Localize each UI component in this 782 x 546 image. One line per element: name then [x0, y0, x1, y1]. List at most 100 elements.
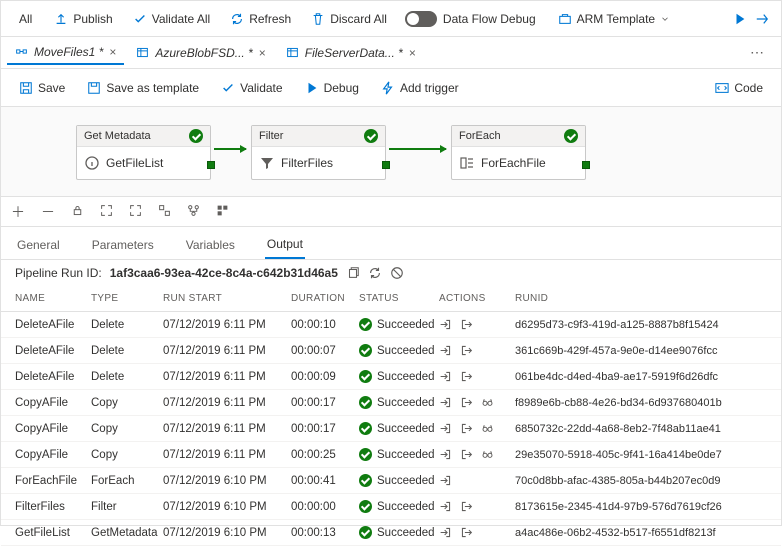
data-flow-debug-toggle[interactable]: Data Flow Debug: [405, 11, 536, 27]
cell-type: Delete: [91, 345, 163, 357]
node-get-metadata[interactable]: Get Metadata GetFileList: [76, 125, 211, 180]
output-icon[interactable]: [460, 370, 473, 383]
output-icon[interactable]: [460, 422, 473, 435]
table-row[interactable]: DeleteAFileDelete07/12/2019 6:11 PM00:00…: [1, 338, 781, 364]
details-icon[interactable]: [481, 448, 494, 461]
col-runid[interactable]: RUNID: [515, 293, 767, 304]
table-row[interactable]: DeleteAFileDelete07/12/2019 6:11 PM00:00…: [1, 312, 781, 338]
node-foreach[interactable]: ForEach ForEachFile: [451, 125, 586, 180]
input-icon[interactable]: [439, 318, 452, 331]
play-icon: [305, 81, 319, 95]
output-icon[interactable]: [460, 318, 473, 331]
col-type[interactable]: TYPE: [91, 293, 163, 304]
tab-fileserverdata[interactable]: FileServerData... *×: [278, 41, 424, 65]
cell-name: ForEachFile: [15, 475, 91, 487]
table-row[interactable]: GetFileListGetMetadata07/12/2019 6:10 PM…: [1, 520, 781, 546]
input-icon[interactable]: [439, 448, 452, 461]
fullscreen-icon[interactable]: [129, 204, 142, 220]
cancel-icon[interactable]: [390, 266, 404, 280]
output-icon[interactable]: [460, 344, 473, 357]
cell-duration: 00:00:25: [291, 449, 359, 461]
cell-status: Succeeded: [359, 448, 439, 461]
cell-name: GetFileList: [15, 527, 91, 539]
input-icon[interactable]: [439, 474, 452, 487]
close-icon[interactable]: ×: [409, 46, 416, 60]
check-icon: [359, 344, 372, 357]
output-icon[interactable]: [460, 448, 473, 461]
node-type: ForEach: [459, 130, 501, 142]
table-row[interactable]: DeleteAFileDelete07/12/2019 6:11 PM00:00…: [1, 364, 781, 390]
validate-all-label: Validate All: [152, 12, 210, 26]
arm-template-button[interactable]: ARM Template: [550, 8, 678, 30]
save-button[interactable]: Save: [11, 77, 73, 99]
table-row[interactable]: FilterFilesFilter07/12/2019 6:10 PM00:00…: [1, 494, 781, 520]
cell-runid: d6295d73-c9f3-419d-a125-8887b8f15424: [515, 319, 767, 331]
code-button[interactable]: Code: [707, 77, 771, 99]
input-icon[interactable]: [439, 344, 452, 357]
chevron-icon[interactable]: [755, 12, 769, 26]
play-icon[interactable]: [733, 12, 747, 26]
input-icon[interactable]: [439, 500, 452, 513]
tab-output[interactable]: Output: [265, 233, 305, 259]
tab-movefiles1[interactable]: MoveFiles1 *×: [7, 41, 124, 65]
check-icon: [359, 448, 372, 461]
node-filter[interactable]: Filter FilterFiles: [251, 125, 386, 180]
publish-button[interactable]: Publish: [46, 8, 120, 30]
validate-button[interactable]: Validate: [213, 77, 290, 99]
cell-status: Succeeded: [359, 396, 439, 409]
cell-type: Delete: [91, 319, 163, 331]
tab-parameters[interactable]: Parameters: [90, 234, 156, 258]
details-icon[interactable]: [481, 396, 494, 409]
col-name[interactable]: NAME: [15, 293, 91, 304]
remove-icon[interactable]: －: [41, 202, 55, 222]
cell-status: Succeeded: [359, 344, 439, 357]
more-tabs[interactable]: ⋯: [740, 40, 775, 65]
refresh-icon[interactable]: [368, 266, 382, 280]
save-icon: [19, 81, 33, 95]
run-id-label: Pipeline Run ID:: [15, 266, 102, 280]
tab-variables[interactable]: Variables: [184, 234, 237, 258]
table-row[interactable]: CopyAFileCopy07/12/2019 6:11 PM00:00:17S…: [1, 416, 781, 442]
input-icon[interactable]: [439, 370, 452, 383]
table-row[interactable]: CopyAFileCopy07/12/2019 6:11 PM00:00:17S…: [1, 390, 781, 416]
tab-azureblobfsd[interactable]: AzureBlobFSD... *×: [128, 41, 273, 65]
input-icon[interactable]: [439, 396, 452, 409]
align-icon[interactable]: [216, 204, 229, 220]
col-actions[interactable]: ACTIONS: [439, 293, 515, 304]
save-as-template-button[interactable]: Save as template: [79, 77, 207, 99]
add-trigger-button[interactable]: Add trigger: [373, 77, 467, 99]
output-icon[interactable]: [460, 500, 473, 513]
top-toolbar: All Publish Validate All Refresh Discard…: [1, 1, 781, 37]
zoom-icon[interactable]: [158, 204, 171, 220]
tab-general[interactable]: General: [15, 234, 62, 258]
refresh-button[interactable]: Refresh: [222, 8, 299, 30]
debug-button[interactable]: Debug: [297, 77, 367, 99]
col-status[interactable]: STATUS: [359, 293, 439, 304]
all-filter[interactable]: All: [9, 8, 42, 30]
connector: [389, 148, 446, 150]
table-row[interactable]: ForEachFileForEach07/12/2019 6:10 PM00:0…: [1, 468, 781, 494]
input-icon[interactable]: [439, 526, 452, 539]
output-tabs: General Parameters Variables Output: [1, 227, 781, 260]
discard-all-button[interactable]: Discard All: [303, 8, 395, 30]
table-row[interactable]: CopyAFileCopy07/12/2019 6:11 PM00:00:25S…: [1, 442, 781, 468]
close-icon[interactable]: ×: [259, 46, 266, 60]
check-icon: [359, 526, 372, 539]
copy-icon[interactable]: [346, 266, 360, 280]
layout-icon[interactable]: [187, 204, 200, 220]
close-icon[interactable]: ×: [109, 45, 116, 59]
validate-all-button[interactable]: Validate All: [125, 8, 218, 30]
col-duration[interactable]: DURATION: [291, 293, 359, 304]
details-icon[interactable]: [481, 422, 494, 435]
cell-actions: [439, 396, 515, 409]
output-icon[interactable]: [460, 396, 473, 409]
lock-icon[interactable]: [71, 204, 84, 220]
cell-type: Filter: [91, 501, 163, 513]
add-icon[interactable]: ＋: [11, 202, 25, 222]
pipeline-canvas[interactable]: Get Metadata GetFileList Filter FilterFi…: [1, 107, 781, 197]
col-run-start[interactable]: RUN START: [163, 293, 291, 304]
fit-icon[interactable]: [100, 204, 113, 220]
input-icon[interactable]: [439, 422, 452, 435]
node-type: Filter: [259, 130, 283, 142]
output-icon[interactable]: [460, 526, 473, 539]
